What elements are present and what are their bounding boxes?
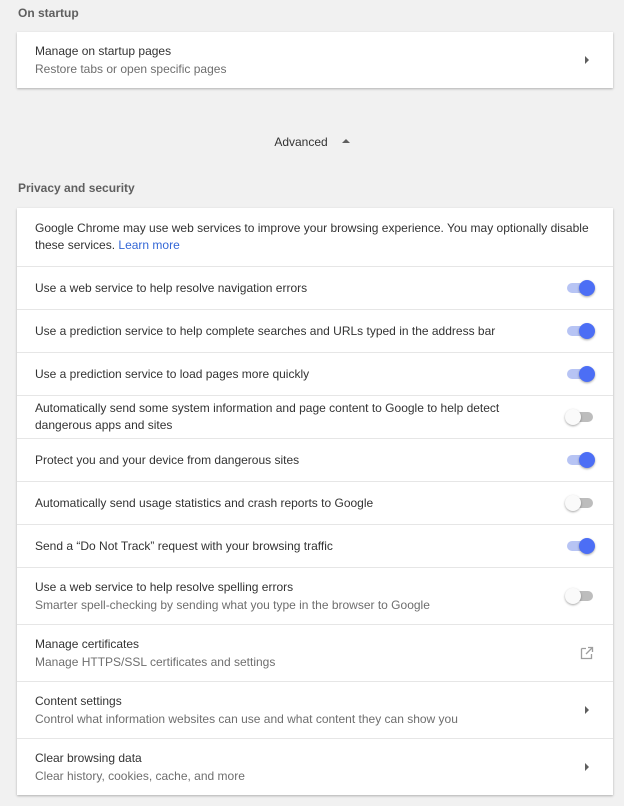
toggle-row-do-not-track: Send a “Do Not Track” request with your … xyxy=(17,524,613,567)
toggle-label: Automatically send usage statistics and … xyxy=(35,495,374,510)
toggle-label: Use a prediction service to load pages m… xyxy=(35,366,310,381)
toggle-row-page-prediction: Use a prediction service to load pages m… xyxy=(17,352,613,395)
toggle-label: Use a web service to help resolve spelli… xyxy=(35,579,294,594)
protect-dangerous-sites-toggle[interactable] xyxy=(565,452,595,468)
search-prediction-toggle[interactable] xyxy=(565,323,595,339)
section-title-privacy-security: Privacy and security xyxy=(18,181,135,195)
toggle-label: Send a “Do Not Track” request with your … xyxy=(35,538,333,553)
content-settings-sublabel: Control what information websites can us… xyxy=(35,711,458,726)
navigation-errors-toggle[interactable] xyxy=(565,280,595,296)
chevron-right-icon xyxy=(585,706,589,714)
chevron-right-icon xyxy=(585,56,589,64)
manage-startup-pages-label: Manage on startup pages xyxy=(35,43,172,58)
spelling-errors-toggle[interactable] xyxy=(565,588,595,604)
manage-startup-pages-row[interactable]: Manage on startup pages Restore tabs or … xyxy=(17,32,613,88)
page-prediction-toggle[interactable] xyxy=(565,366,595,382)
content-settings-label: Content settings xyxy=(35,693,122,708)
do-not-track-toggle[interactable] xyxy=(565,538,595,554)
learn-more-link[interactable]: Learn more xyxy=(118,238,179,252)
toggle-row-spelling-errors: Use a web service to help resolve spelli… xyxy=(17,567,613,624)
chevron-up-icon xyxy=(341,138,350,143)
section-title-on-startup: On startup xyxy=(18,6,79,20)
chevron-right-icon xyxy=(585,763,589,771)
toggle-label: Protect you and your device from dangero… xyxy=(35,452,300,467)
privacy-intro-row: Google Chrome may use web services to im… xyxy=(17,208,613,266)
clear-browsing-data-row[interactable]: Clear browsing data Clear history, cooki… xyxy=(17,738,613,795)
toggle-label: Automatically send some system informati… xyxy=(35,401,500,432)
toggle-sublabel: Smarter spell-checking by sending what y… xyxy=(35,597,430,612)
safe-browsing-reports-toggle[interactable] xyxy=(565,409,595,425)
toggle-row-search-prediction: Use a prediction service to help complet… xyxy=(17,309,613,352)
external-link-icon xyxy=(580,646,594,660)
toggle-row-navigation-errors: Use a web service to help resolve naviga… xyxy=(17,266,613,309)
clear-browsing-data-label: Clear browsing data xyxy=(35,750,142,765)
usage-statistics-toggle[interactable] xyxy=(565,495,595,511)
toggle-row-usage-statistics: Automatically send usage statistics and … xyxy=(17,481,613,524)
toggle-label: Use a web service to help resolve naviga… xyxy=(35,280,308,295)
on-startup-card: Manage on startup pages Restore tabs or … xyxy=(17,32,613,88)
manage-certificates-label: Manage certificates xyxy=(35,636,140,651)
toggle-row-safe-browsing-reports: Automatically send some system informati… xyxy=(17,395,613,438)
manage-certificates-row[interactable]: Manage certificates Manage HTTPS/SSL cer… xyxy=(17,624,613,681)
toggle-row-protect-dangerous-sites: Protect you and your device from dangero… xyxy=(17,438,613,481)
advanced-label: Advanced xyxy=(274,135,328,149)
advanced-toggle-button[interactable]: Advanced xyxy=(0,135,624,149)
clear-browsing-data-sublabel: Clear history, cookies, cache, and more xyxy=(35,768,245,783)
manage-certificates-sublabel: Manage HTTPS/SSL certificates and settin… xyxy=(35,654,276,669)
toggle-label: Use a prediction service to help complet… xyxy=(35,323,496,338)
content-settings-row[interactable]: Content settings Control what informatio… xyxy=(17,681,613,738)
privacy-security-card: Google Chrome may use web services to im… xyxy=(17,208,613,795)
manage-startup-pages-sublabel: Restore tabs or open specific pages xyxy=(35,61,227,76)
